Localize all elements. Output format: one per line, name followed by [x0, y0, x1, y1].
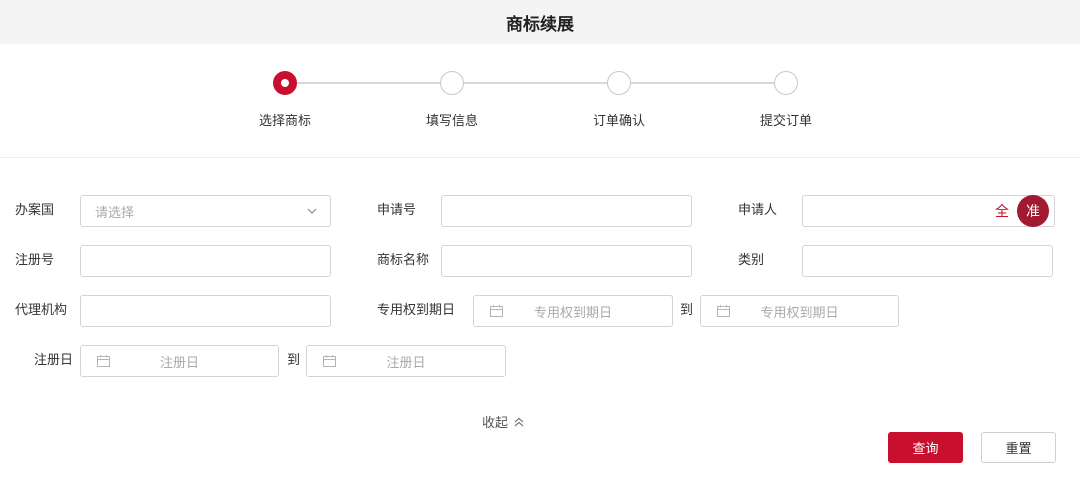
step-1-label: 选择商标 [258, 114, 311, 129]
page-title: 商标续展 [506, 14, 574, 35]
applicant-label: 申请人 [738, 203, 778, 218]
expiry-range-separator: 到 [680, 303, 694, 318]
progress-steps: 选择商标 填写信息 订单确认 提交订单 [0, 44, 1080, 157]
trademark-name-input[interactable] [441, 245, 692, 277]
applicant-match-toggle: 全 准 [987, 195, 1049, 227]
exact-match-button[interactable]: 准 [1017, 195, 1049, 227]
step-4-label: 提交订单 [759, 114, 812, 129]
collapse-label: 收起 [482, 416, 509, 431]
expiry-start-date-input[interactable]: 专用权到期日 [473, 295, 673, 327]
registration-range-separator: 到 [287, 353, 301, 368]
category-label: 类别 [738, 253, 765, 268]
registration-start-placeholder: 注册日 [159, 355, 199, 371]
step-connector [297, 82, 440, 84]
category-input[interactable] [802, 245, 1053, 277]
registration-end-date-input[interactable]: 注册日 [306, 345, 506, 377]
expiry-start-placeholder: 专用权到期日 [533, 305, 612, 321]
registration-date-label: 注册日 [34, 353, 74, 368]
query-button[interactable]: 查询 [888, 432, 963, 463]
step-connector [631, 82, 774, 84]
fuzzy-match-button[interactable]: 全 [987, 196, 1017, 226]
agency-label: 代理机构 [15, 303, 68, 318]
registration-no-input[interactable] [80, 245, 331, 277]
step-2-indicator [440, 71, 464, 95]
office-label: 办案国 [15, 203, 55, 218]
step-connector [464, 82, 607, 84]
registration-start-date-input[interactable]: 注册日 [80, 345, 279, 377]
expiry-end-date-input[interactable]: 专用权到期日 [700, 295, 899, 327]
step-3-indicator [607, 71, 631, 95]
expiry-date-label: 专用权到期日 [377, 303, 456, 318]
expiry-end-placeholder: 专用权到期日 [760, 305, 839, 321]
office-select[interactable]: 请选择 [80, 195, 331, 227]
step-4-indicator [774, 71, 798, 95]
registration-no-label: 注册号 [15, 253, 55, 268]
chevron-down-icon [307, 208, 317, 214]
application-no-input[interactable] [441, 195, 692, 227]
office-placeholder: 请选择 [95, 205, 135, 221]
collapse-toggle[interactable]: 收起 [482, 412, 524, 431]
page-header: 商标续展 [0, 0, 1080, 44]
application-no-label: 申请号 [377, 203, 417, 218]
step-3-label: 订单确认 [592, 114, 645, 129]
reset-button[interactable]: 重置 [981, 432, 1056, 463]
step-1-indicator [273, 71, 297, 95]
section-divider [0, 157, 1080, 158]
registration-end-placeholder: 注册日 [386, 355, 426, 371]
trademark-name-label: 商标名称 [377, 253, 430, 268]
double-chevron-up-icon [514, 417, 524, 426]
step-2-label: 填写信息 [425, 114, 478, 129]
agency-input[interactable] [80, 295, 331, 327]
